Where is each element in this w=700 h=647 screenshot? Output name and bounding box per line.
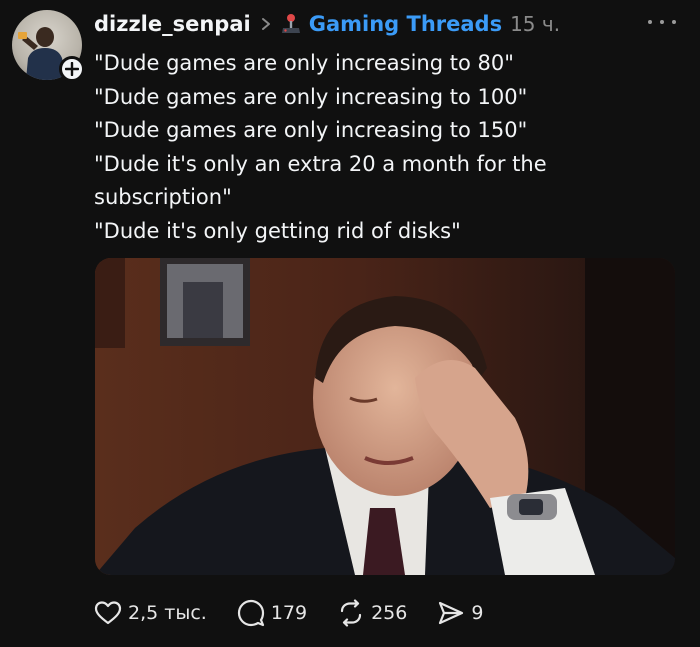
post-line: "Dude games are only increasing to 80" [94, 51, 514, 75]
avatar-container[interactable] [12, 10, 85, 82]
post-line: "Dude it's only an extra 20 a month for … [94, 151, 547, 176]
post-line: "Dude games are only increasing to 150" [94, 118, 528, 143]
like-button[interactable]: 2,5 тыс. [94, 600, 207, 626]
post-actions: 2,5 тыс. 179 256 9 [94, 598, 513, 628]
community-name: Gaming Threads [308, 12, 503, 36]
post-media-gif[interactable] [95, 258, 675, 575]
post-header: dizzle_senpai Gaming Threads 15 ч. [94, 6, 560, 42]
facepalm-image [95, 258, 675, 575]
more-dot [660, 20, 664, 24]
post-line: "Dude games are only increasing to 100" [94, 84, 528, 109]
joystick-icon [281, 13, 301, 35]
repost-count: 256 [371, 602, 408, 624]
more-dot [648, 20, 652, 24]
chevron-right-icon [261, 17, 271, 31]
more-dot [672, 20, 676, 24]
community-link[interactable]: Gaming Threads [281, 12, 502, 36]
share-button[interactable]: 9 [437, 600, 483, 626]
repost-icon [340, 599, 362, 627]
send-icon [439, 601, 464, 625]
repost-button[interactable]: 256 [337, 599, 407, 627]
heart-icon [94, 601, 122, 625]
reply-button[interactable]: 179 [237, 599, 307, 627]
comment-icon [237, 599, 264, 627]
like-count: 2,5 тыс. [128, 602, 207, 624]
post-timestamp[interactable]: 15 ч. [510, 12, 560, 36]
post-line: subscription" [94, 185, 232, 210]
plus-icon [65, 62, 79, 76]
post-line: "Dude it's only getting rid of disks" [94, 218, 461, 243]
share-count: 9 [471, 602, 484, 624]
post-body: "Dude games are only increasing to 80" "… [94, 47, 674, 249]
follow-button[interactable] [59, 56, 85, 82]
username-link[interactable]: dizzle_senpai [94, 12, 251, 36]
reply-count: 179 [270, 602, 308, 624]
more-options-button[interactable] [648, 12, 676, 32]
